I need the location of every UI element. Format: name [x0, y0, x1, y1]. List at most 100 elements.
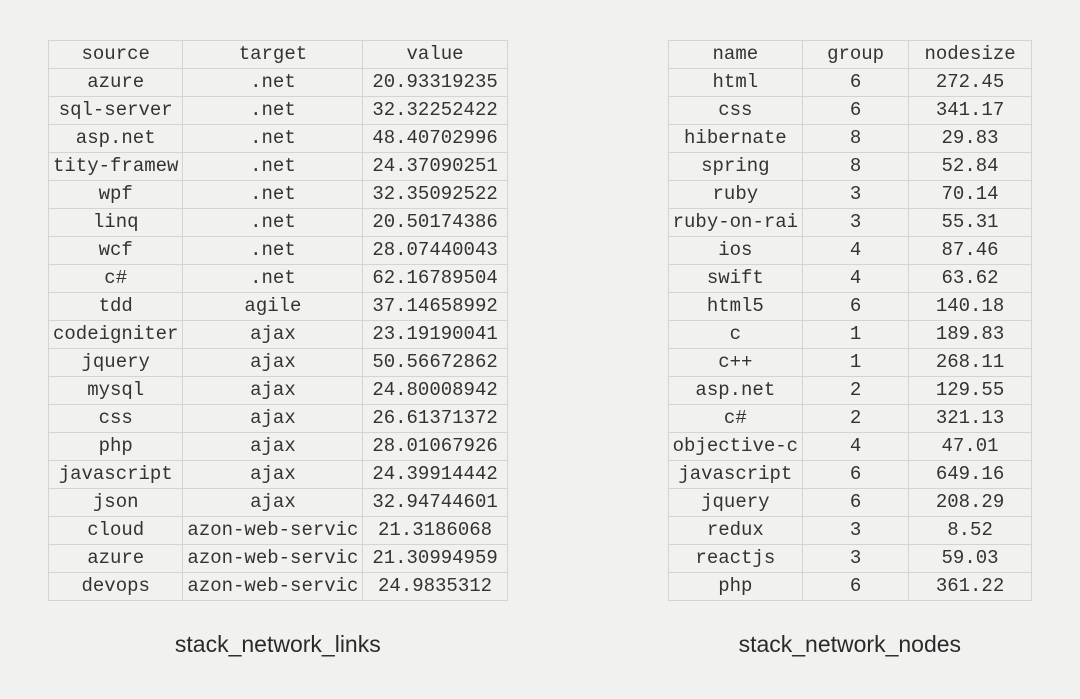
table-cell: azure — [49, 69, 183, 97]
table-row: javascript6649.16 — [668, 461, 1031, 489]
table-cell: 6 — [803, 97, 909, 125]
links-table-block: source target value azure.net20.93319235… — [48, 40, 508, 658]
table-cell: 2 — [803, 377, 909, 405]
table-cell: 140.18 — [909, 293, 1032, 321]
table-cell: php — [668, 573, 802, 601]
table-cell: ios — [668, 237, 802, 265]
table-cell: .net — [183, 237, 363, 265]
table-cell: html — [668, 69, 802, 97]
table-cell: 52.84 — [909, 153, 1032, 181]
table-cell: 6 — [803, 293, 909, 321]
column-header-source: source — [49, 41, 183, 69]
table-header-row: name group nodesize — [668, 41, 1031, 69]
table-cell: 37.14658992 — [363, 293, 507, 321]
table-cell: .net — [183, 265, 363, 293]
table-cell: ajax — [183, 489, 363, 517]
table-row: wcf.net28.07440043 — [49, 237, 508, 265]
column-header-name: name — [668, 41, 802, 69]
table-row: spring852.84 — [668, 153, 1031, 181]
table-cell: 1 — [803, 349, 909, 377]
table-cell: asp.net — [49, 125, 183, 153]
table-row: jquery6208.29 — [668, 489, 1031, 517]
links-table-body: azure.net20.93319235sql-server.net32.322… — [49, 69, 508, 601]
table-cell: html5 — [668, 293, 802, 321]
table-cell: 361.22 — [909, 573, 1032, 601]
table-cell: 208.29 — [909, 489, 1032, 517]
table-row: jsonajax32.94744601 — [49, 489, 508, 517]
table-cell: 20.93319235 — [363, 69, 507, 97]
table-row: sql-server.net32.32252422 — [49, 97, 508, 125]
table-cell: css — [668, 97, 802, 125]
table-cell: mysql — [49, 377, 183, 405]
table-cell: 24.80008942 — [363, 377, 507, 405]
table-cell: 6 — [803, 461, 909, 489]
table-cell: 62.16789504 — [363, 265, 507, 293]
table-cell: 87.46 — [909, 237, 1032, 265]
table-cell: ajax — [183, 405, 363, 433]
table-cell: 20.50174386 — [363, 209, 507, 237]
table-cell: 4 — [803, 237, 909, 265]
table-cell: .net — [183, 209, 363, 237]
table-cell: c# — [49, 265, 183, 293]
table-cell: 28.07440043 — [363, 237, 507, 265]
table-cell: 6 — [803, 573, 909, 601]
table-row: c#.net62.16789504 — [49, 265, 508, 293]
table-cell: 4 — [803, 433, 909, 461]
table-row: html56140.18 — [668, 293, 1031, 321]
table-cell: 24.39914442 — [363, 461, 507, 489]
table-cell: ruby — [668, 181, 802, 209]
column-header-nodesize: nodesize — [909, 41, 1032, 69]
table-cell: azon-web-servic — [183, 517, 363, 545]
tables-container: source target value azure.net20.93319235… — [0, 0, 1080, 678]
table-cell: 321.13 — [909, 405, 1032, 433]
table-cell: 129.55 — [909, 377, 1032, 405]
table-row: ruby-on-rai355.31 — [668, 209, 1031, 237]
table-cell: 48.40702996 — [363, 125, 507, 153]
table-cell: 3 — [803, 209, 909, 237]
table-cell: 23.19190041 — [363, 321, 507, 349]
table-cell: 21.30994959 — [363, 545, 507, 573]
table-cell: ajax — [183, 433, 363, 461]
table-row: hibernate829.83 — [668, 125, 1031, 153]
table-cell: spring — [668, 153, 802, 181]
table-cell: devops — [49, 573, 183, 601]
table-cell: 3 — [803, 181, 909, 209]
table-cell: azon-web-servic — [183, 545, 363, 573]
table-cell: swift — [668, 265, 802, 293]
table-cell: azon-web-servic — [183, 573, 363, 601]
table-cell: 189.83 — [909, 321, 1032, 349]
table-cell: javascript — [668, 461, 802, 489]
table-cell: c++ — [668, 349, 802, 377]
table-cell: linq — [49, 209, 183, 237]
nodes-table: name group nodesize html6272.45css6341.1… — [668, 40, 1032, 601]
table-row: c++1268.11 — [668, 349, 1031, 377]
table-cell: 26.61371372 — [363, 405, 507, 433]
table-cell: 24.37090251 — [363, 153, 507, 181]
table-cell: 47.01 — [909, 433, 1032, 461]
table-cell: 50.56672862 — [363, 349, 507, 377]
table-cell: 32.35092522 — [363, 181, 507, 209]
table-cell: 341.17 — [909, 97, 1032, 125]
table-row: tity-framew.net24.37090251 — [49, 153, 508, 181]
links-table: source target value azure.net20.93319235… — [48, 40, 508, 601]
table-cell: jquery — [668, 489, 802, 517]
table-row: jqueryajax50.56672862 — [49, 349, 508, 377]
links-caption: stack_network_links — [175, 631, 381, 658]
nodes-caption: stack_network_nodes — [739, 631, 961, 658]
table-cell: json — [49, 489, 183, 517]
table-row: php6361.22 — [668, 573, 1031, 601]
table-cell: wpf — [49, 181, 183, 209]
column-header-value: value — [363, 41, 507, 69]
table-cell: 32.94744601 — [363, 489, 507, 517]
table-cell: 272.45 — [909, 69, 1032, 97]
table-row: c#2321.13 — [668, 405, 1031, 433]
table-row: cloudazon-web-servic21.3186068 — [49, 517, 508, 545]
table-cell: ajax — [183, 349, 363, 377]
table-cell: .net — [183, 69, 363, 97]
table-row: asp.net.net48.40702996 — [49, 125, 508, 153]
table-row: html6272.45 — [668, 69, 1031, 97]
table-cell: 3 — [803, 545, 909, 573]
table-cell: 21.3186068 — [363, 517, 507, 545]
table-cell: 2 — [803, 405, 909, 433]
table-cell: .net — [183, 125, 363, 153]
